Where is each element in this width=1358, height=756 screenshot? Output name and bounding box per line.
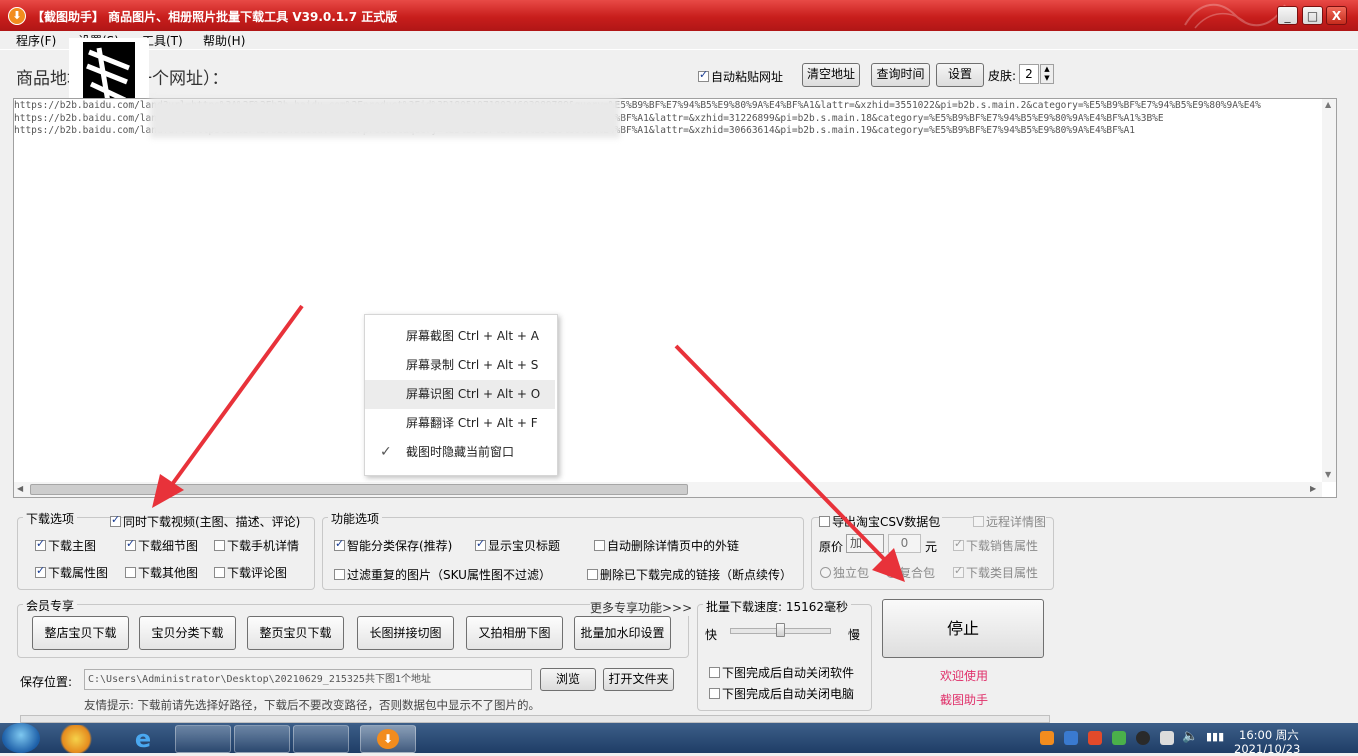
clock-date[interactable]: 2021/10/23 [1234, 742, 1300, 756]
arrow-head-icon [152, 474, 184, 508]
tray-app-icon[interactable] [1088, 731, 1102, 745]
bluetooth-icon[interactable] [1064, 731, 1078, 745]
download-icon: ⬇ [377, 729, 399, 749]
clock-time[interactable]: 16:00 周六 [1239, 727, 1299, 743]
tray-download-icon[interactable] [1040, 731, 1054, 745]
app-taskbar-button[interactable] [234, 725, 290, 753]
qq-icon[interactable] [1136, 731, 1150, 745]
network-icon[interactable]: ▮▮▮ [1206, 730, 1224, 743]
annotation-arrows [152, 304, 905, 582]
tray-app-icon[interactable] [1160, 731, 1174, 745]
arrow-line [674, 344, 887, 562]
start-button[interactable] [2, 723, 40, 753]
app-icon-1[interactable] [58, 725, 94, 753]
ie-browser-icon[interactable]: e [125, 725, 161, 753]
arrow-line [166, 304, 304, 492]
app-taskbar-button[interactable] [293, 725, 349, 753]
volume-icon[interactable]: 🔈 [1182, 729, 1198, 744]
explorer-taskbar-button[interactable] [175, 725, 231, 753]
tray-app-icon[interactable] [1112, 731, 1126, 745]
